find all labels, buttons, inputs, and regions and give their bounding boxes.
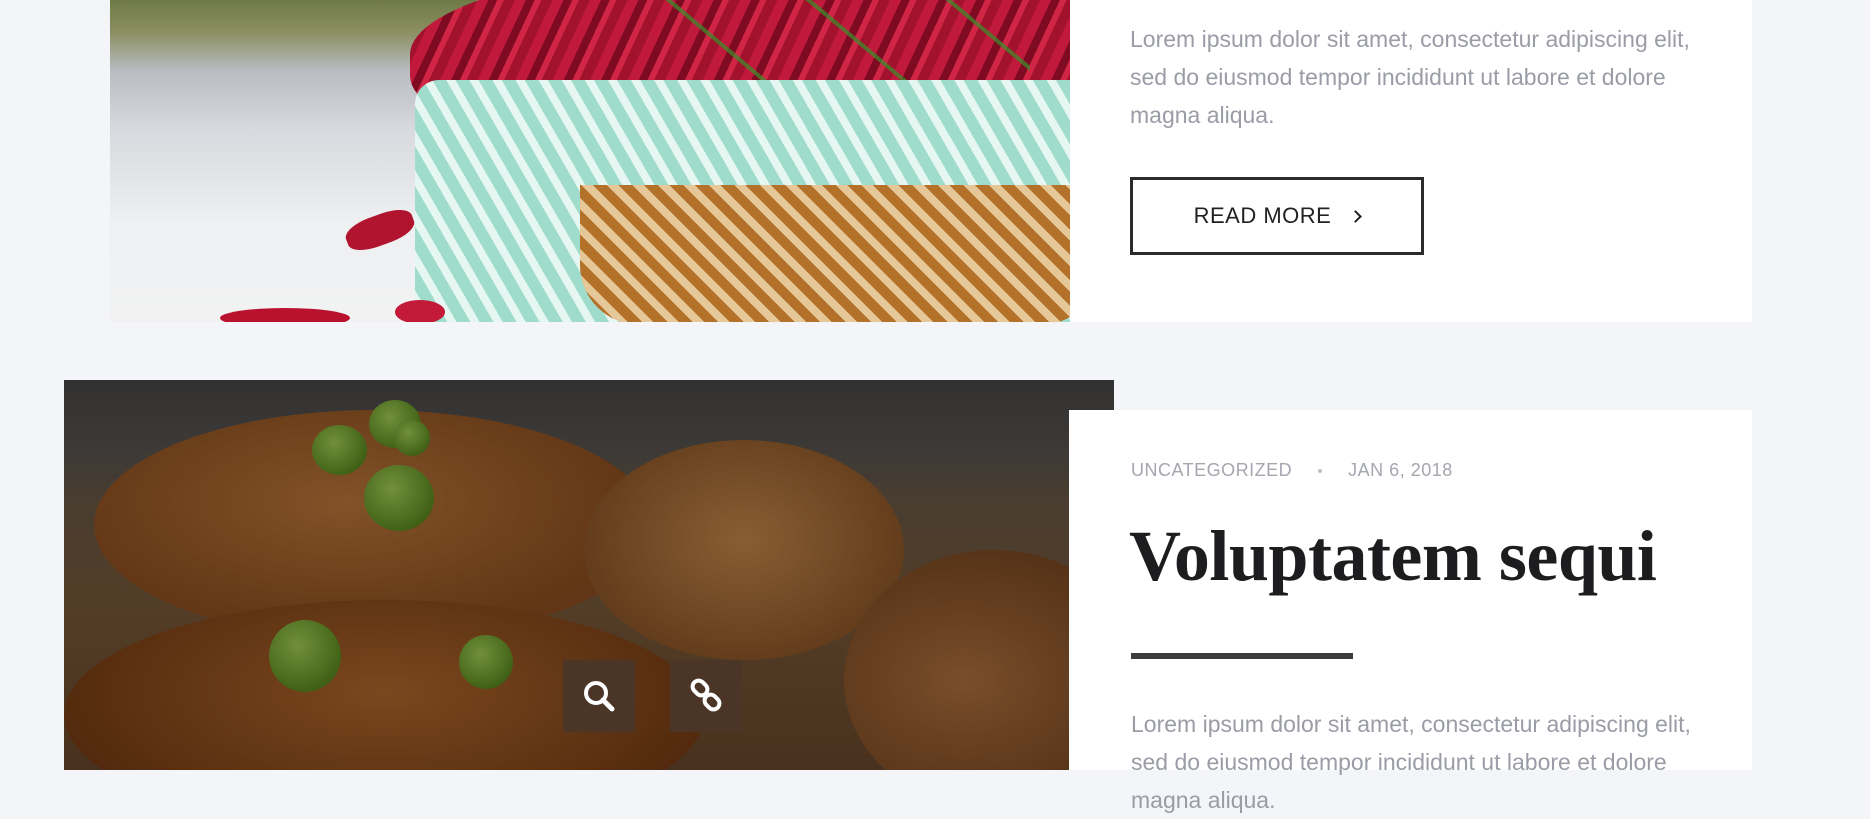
post-category-link[interactable]: UNCATEGORIZED: [1131, 460, 1292, 481]
post-card: UNCATEGORIZED JAN 6, 2018 Voluptatem seq…: [1069, 410, 1752, 813]
title-divider: [1131, 653, 1353, 659]
post-excerpt: Lorem ipsum dolor sit amet, consectetur …: [1131, 711, 1691, 813]
wicker-basket: [580, 185, 1070, 322]
blog-post-2: UNCATEGORIZED JAN 6, 2018 Voluptatem seq…: [0, 380, 1870, 813]
post-date: JAN 6, 2018: [1348, 460, 1453, 480]
loose-chili: [341, 203, 419, 257]
post-meta: UNCATEGORIZED JAN 6, 2018: [1131, 460, 1453, 481]
loose-chili: [395, 300, 445, 322]
search-icon: [584, 681, 615, 712]
meta-separator-dot: [1318, 468, 1323, 473]
blog-post-1: Lorem ipsum dolor sit amet, consectetur …: [0, 0, 1870, 330]
zoom-image-button[interactable]: [563, 660, 635, 732]
chevron-right-icon: [1349, 209, 1363, 223]
link-icon: [690, 678, 722, 712]
loose-chili: [220, 308, 350, 322]
read-more-label: READ MORE: [1193, 203, 1332, 228]
post-link-button[interactable]: [670, 660, 742, 732]
post-title[interactable]: Voluptatem sequi: [1129, 515, 1657, 598]
post-excerpt: Lorem ipsum dolor sit amet, consectetur …: [1130, 26, 1690, 128]
post-featured-image[interactable]: [110, 0, 1070, 322]
post-featured-image[interactable]: [64, 380, 1114, 770]
read-more-button[interactable]: READ MORE: [1130, 177, 1424, 255]
